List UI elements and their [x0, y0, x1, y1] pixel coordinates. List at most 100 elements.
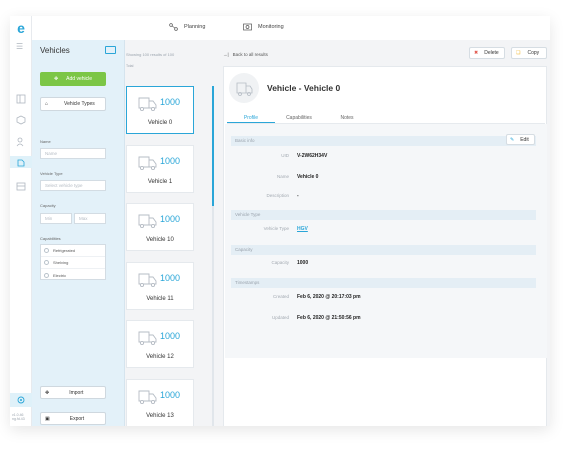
export-label: Export [69, 415, 85, 422]
vehicle-name: Vehicle 10 [146, 237, 174, 243]
capability-option[interactable]: Shelving [41, 257, 105, 269]
truck-icon [236, 82, 253, 96]
edit-button[interactable]: ✎ Edit [506, 134, 535, 145]
panel-title: Vehicles [40, 46, 70, 55]
vehicle-type-select[interactable]: Select vehicle type [40, 180, 106, 191]
scrollbar-thumb[interactable] [212, 86, 214, 206]
list-scrollbar[interactable] [212, 86, 214, 426]
tab-capabilities[interactable]: Capabilities [275, 113, 323, 123]
filter-panel: Vehicles ✥ Add vehicle ⌂ Vehicle Types N… [32, 40, 125, 426]
name-value: Vehicle 0 [297, 174, 319, 180]
capability-option[interactable]: Electric [41, 269, 105, 281]
back-label: Back to all results [232, 52, 268, 57]
vehicles-nav-icon[interactable] [10, 156, 32, 168]
section-timestamps: Timestamps [231, 278, 536, 288]
vehicle-capacity: 1000 [160, 155, 181, 166]
copy-icon: ❏ [516, 50, 521, 56]
results-count: Showing 100 results of 100 [126, 52, 175, 57]
section-vehicle-type: Vehicle Type [231, 210, 536, 220]
settings-gear-icon[interactable] [10, 393, 32, 407]
section-capacity: Capacity [231, 245, 536, 255]
detail-tabs: Profile Capabilities Notes [227, 113, 545, 124]
depot-icon[interactable] [15, 179, 27, 191]
description-label: Description [266, 193, 289, 198]
users-icon[interactable] [15, 135, 27, 147]
vehicle-name: Vehicle 12 [146, 354, 174, 360]
vehicle-card[interactable]: 1000 Vehicle 10 [126, 203, 194, 251]
vehicle-capacity: 1000 [160, 272, 181, 283]
vehicle-detail: →| Back to all results ✖ Delete ❏ Copy V… [215, 40, 550, 426]
checkbox-icon[interactable] [44, 272, 49, 278]
vehicle-name: Vehicle 11 [146, 295, 174, 302]
delete-button[interactable]: ✖ Delete [469, 47, 505, 59]
export-button[interactable]: ▣ Export [40, 412, 106, 425]
map-icon[interactable] [15, 92, 27, 104]
vehicle-card[interactable]: 1000 Vehicle 11 [126, 261, 194, 310]
profile-panel: Basic info ✎ Edit UID V-2W62H34V Name Ve… [225, 124, 547, 358]
vehicle-types-label: Vehicle Types [64, 101, 95, 107]
capacity-value: 1000 [297, 260, 309, 266]
app-logo[interactable]: e [14, 21, 28, 35]
copy-button[interactable]: ❏ Copy [511, 47, 547, 59]
created-value: Feb 6, 2020 @ 20:17:03 pm [297, 294, 361, 300]
back-link[interactable]: →| Back to all results [223, 52, 268, 57]
vehicle-type-link[interactable]: HGV [297, 226, 308, 232]
vehicle-card[interactable]: 1000 Vehicle 0 [126, 86, 194, 134]
total-label: Total [126, 64, 134, 68]
updated-label: Updated [271, 315, 289, 320]
name-filter-label: Name [40, 139, 51, 144]
plus-icon: ✥ [53, 76, 59, 82]
section-basic-info: Basic info [231, 136, 536, 146]
tab-notes[interactable]: Notes [323, 113, 371, 123]
clear-filters-icon[interactable] [105, 46, 116, 54]
nav-rail: e ☰ v1.0.46 ng.fd.43 [10, 16, 32, 426]
vehicle-card[interactable]: 1000 Vehicle 12 [126, 320, 194, 368]
checkbox-icon[interactable] [44, 248, 49, 253]
import-icon: ✥ [45, 389, 50, 396]
planning-nav[interactable]: Planning [169, 23, 205, 31]
box-icon[interactable] [15, 113, 27, 125]
capability-label: Shelving [53, 260, 69, 265]
export-icon: ▣ [45, 415, 50, 422]
capacity-max-input[interactable]: Max [74, 213, 106, 224]
vehicle-name: Vehicle 1 [147, 178, 173, 185]
description-value: - [297, 193, 299, 199]
vehicle-card[interactable]: 1000 Vehicle 13 [126, 378, 194, 426]
truck-icon [138, 155, 158, 171]
detail-title: Vehicle - Vehicle 0 [267, 83, 341, 93]
delete-icon: ✖ [474, 50, 479, 56]
capacity-filter-label: Capacity [40, 203, 56, 208]
truck-icon [138, 96, 158, 112]
uid-value: V-2W62H34V [297, 153, 328, 159]
capability-label: Refrigerated [53, 248, 76, 253]
vehicle-type-filter-label: Vehicle Type [40, 171, 63, 176]
tab-profile[interactable]: Profile [227, 113, 275, 123]
name-filter-input[interactable]: Name [40, 148, 106, 159]
capability-label: Electric [53, 272, 67, 278]
delete-label: Delete [484, 50, 499, 56]
monitoring-nav[interactable]: Monitoring [243, 23, 284, 31]
detail-card: Vehicle - Vehicle 0 Profile Capabilities… [223, 66, 547, 426]
copy-label: Copy [527, 50, 540, 56]
vehicle-list: Showing 100 results of 100 Total 1000 Veh… [126, 40, 214, 426]
checkbox-icon[interactable] [44, 260, 49, 265]
created-label: Created [272, 294, 289, 299]
vehicle-capacity: 1000 [160, 389, 181, 400]
capabilities-filter-label: Capabilities [40, 236, 61, 241]
vehicle-card[interactable]: 1000 Vehicle 1 [126, 144, 194, 193]
version-text: v1.0.46 ng.fd.43 [12, 413, 25, 421]
vehicle-types-button[interactable]: ⌂ Vehicle Types [40, 97, 106, 111]
tag-icon: ⌂ [45, 101, 49, 107]
menu-icon[interactable]: ☰ [16, 42, 23, 51]
edit-icon: ✎ [510, 136, 515, 143]
monitoring-icon [243, 23, 252, 31]
import-button[interactable]: ✥ Import [40, 386, 106, 399]
edit-label: Edit [520, 136, 529, 143]
capability-option[interactable]: Refrigerated [41, 245, 105, 257]
capacity-min-input[interactable]: Min [40, 213, 72, 224]
add-vehicle-label: Add vehicle [66, 76, 93, 82]
truck-icon [138, 330, 158, 346]
vehicle-avatar [229, 73, 259, 103]
add-vehicle-button[interactable]: ✥ Add vehicle [40, 72, 106, 86]
vehicle-type-label: Vehicle Type [263, 226, 289, 231]
